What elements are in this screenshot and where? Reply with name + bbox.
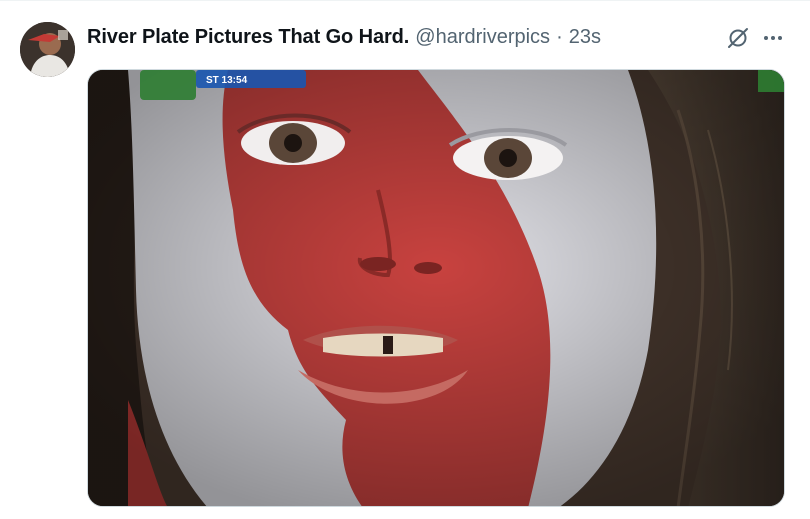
- scoreboard-text: ST 13:54: [206, 75, 248, 86]
- user-handle[interactable]: @hardriverpics: [415, 26, 550, 49]
- avatar[interactable]: [20, 22, 75, 77]
- face-paint-photo: ST 13:54: [88, 70, 784, 506]
- tweet-media-image[interactable]: ST 13:54: [87, 69, 785, 507]
- tweet-header: River Plate Pictures That Go Hard. @hard…: [87, 24, 601, 50]
- timestamp[interactable]: 23s: [569, 26, 601, 49]
- more-options-button[interactable]: [757, 22, 789, 54]
- display-name[interactable]: River Plate Pictures That Go Hard.: [87, 26, 409, 49]
- grok-button[interactable]: [722, 22, 754, 54]
- timeline-divider: [0, 0, 810, 1]
- more-dots-icon: [764, 36, 782, 40]
- separator-dot: ·: [556, 25, 563, 48]
- grok-icon: [728, 28, 748, 48]
- avatar-image: [20, 22, 75, 77]
